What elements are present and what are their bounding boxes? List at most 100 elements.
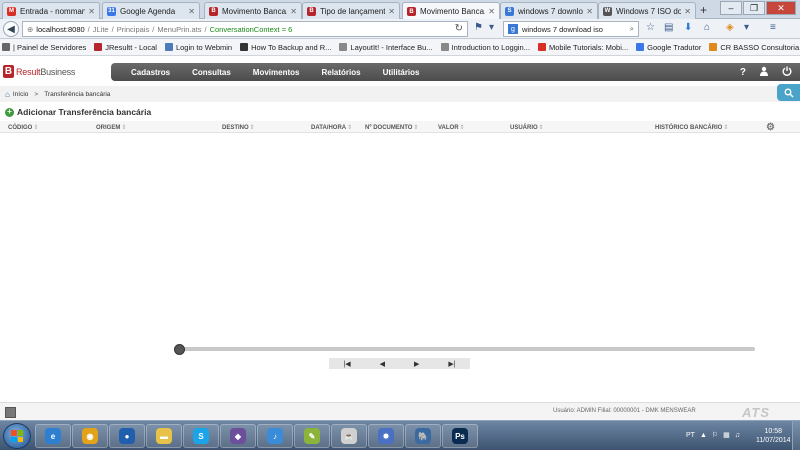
taskbar-app[interactable]: S bbox=[183, 424, 219, 448]
bookmark-item[interactable]: JResultt - Local bbox=[94, 43, 157, 52]
close-window-icon[interactable]: ✕ bbox=[766, 1, 796, 15]
browser-tab[interactable]: W Windows 7 ISO do...✕ bbox=[598, 2, 696, 19]
scroll-slider-track[interactable] bbox=[178, 347, 755, 351]
logo-icon: B bbox=[3, 65, 14, 78]
menu-utilitarios[interactable]: Utilitários bbox=[383, 68, 420, 77]
minimize-icon[interactable]: – bbox=[720, 1, 742, 15]
browser-tab[interactable]: B Tipo de lançament... ✕ bbox=[302, 2, 400, 19]
gear-icon[interactable]: ⚙ bbox=[766, 122, 775, 133]
taskbar-app[interactable]: ● bbox=[109, 424, 145, 448]
bookmarks-menu-icon[interactable]: ▤ bbox=[664, 22, 673, 33]
addon-icon[interactable]: ⚑ bbox=[474, 22, 483, 33]
column-header-historico[interactable]: HISTÓRICO BANCÁRIO⇕ bbox=[655, 124, 728, 131]
network-icon[interactable]: ▦ bbox=[723, 431, 730, 439]
taskbar-app[interactable]: ▬ bbox=[146, 424, 182, 448]
extension-dropdown-icon[interactable]: ▾ bbox=[744, 22, 749, 33]
url-bar[interactable]: ⊕ localhost:8080 / JLite / Principais / … bbox=[22, 21, 468, 37]
window-controls: – ❐ ✕ bbox=[720, 1, 796, 15]
search-engine-dropdown-icon[interactable]: ▾ bbox=[489, 22, 494, 33]
breadcrumb-home[interactable]: Início bbox=[13, 91, 29, 98]
extension-icon[interactable]: ◈ bbox=[726, 22, 734, 33]
bookmark-item[interactable]: CR BASSO Consultoria... bbox=[709, 43, 800, 52]
column-header-destino[interactable]: DESTINO⇕ bbox=[222, 124, 255, 131]
folder-icon: ▬ bbox=[156, 428, 172, 444]
bookmark-item[interactable]: Introduction to Loggin... bbox=[440, 43, 530, 52]
previous-page-icon[interactable]: ◀ bbox=[380, 360, 385, 368]
taskbar-app[interactable]: ♪ bbox=[257, 424, 293, 448]
panel-toggle-icon[interactable] bbox=[5, 407, 16, 418]
help-icon[interactable]: ? bbox=[740, 67, 746, 78]
tab-close-icon[interactable]: ✕ bbox=[188, 7, 195, 16]
volume-icon[interactable]: ♫ bbox=[735, 432, 740, 439]
download-icon[interactable]: ⬇ bbox=[684, 22, 692, 33]
column-header-codigo[interactable]: CÓDIGO⇕ bbox=[8, 124, 38, 131]
power-icon[interactable] bbox=[782, 66, 792, 79]
tab-close-icon[interactable]: ✕ bbox=[684, 7, 691, 16]
bookmark-item[interactable]: Login to Webmin bbox=[164, 43, 232, 52]
language-indicator[interactable]: PT bbox=[686, 432, 695, 439]
menu-relatorios[interactable]: Relatórios bbox=[321, 68, 360, 77]
scroll-slider-handle[interactable] bbox=[174, 344, 185, 355]
column-header-origem[interactable]: ORIGEM⇕ bbox=[96, 124, 126, 131]
next-page-icon[interactable]: ▶ bbox=[414, 360, 419, 368]
new-tab-button[interactable]: + bbox=[700, 3, 707, 17]
menu-icon[interactable]: ≡ bbox=[770, 22, 776, 33]
browser-tab[interactable]: Swindows 7 downlo... ✕ bbox=[500, 2, 598, 19]
bookmark-star-icon[interactable]: ☆ bbox=[646, 22, 655, 33]
tab-close-icon[interactable]: ✕ bbox=[488, 7, 495, 16]
user-info: Usuário: ADMIN Filial: 00000001 - DMK ME… bbox=[553, 408, 696, 414]
clock[interactable]: 10:58 11/07/2014 bbox=[756, 427, 791, 445]
bookmark-item[interactable]: Mobile Tutorials: Mobi... bbox=[537, 43, 628, 52]
taskbar-app[interactable]: Ps bbox=[442, 424, 478, 448]
menu-consultas[interactable]: Consultas bbox=[192, 68, 231, 77]
browser-tab[interactable]: 31 Google Agenda ✕ bbox=[102, 2, 200, 19]
column-header-valor[interactable]: VALOR⇕ bbox=[438, 124, 465, 131]
search-button[interactable] bbox=[777, 84, 800, 101]
taskbar-app[interactable]: 🐘 bbox=[405, 424, 441, 448]
clock-time: 10:58 bbox=[764, 428, 783, 435]
taskbar-app[interactable]: ◉ bbox=[72, 424, 108, 448]
start-button[interactable] bbox=[3, 423, 31, 449]
app-logo[interactable]: B ResultBusiness bbox=[3, 65, 75, 78]
add-icon: + bbox=[5, 107, 14, 117]
home-icon[interactable]: ⌂ bbox=[5, 90, 10, 99]
home-icon[interactable]: ⌂ bbox=[704, 22, 710, 33]
user-icon[interactable] bbox=[759, 66, 769, 79]
magnifier-icon[interactable]: ⌕ bbox=[630, 24, 634, 34]
browser-tab[interactable]: M Entrada - nomman...✕ bbox=[2, 2, 100, 19]
taskbar-app[interactable]: e bbox=[35, 424, 71, 448]
bookmark-item[interactable]: LayoutIt! - Interface Bu... bbox=[339, 43, 433, 52]
tab-close-icon[interactable]: ✕ bbox=[290, 7, 297, 16]
logo-text: ResultBusiness bbox=[16, 67, 75, 77]
bookmark-item[interactable]: How To Backup and R... bbox=[240, 43, 331, 52]
tab-close-icon[interactable]: ✕ bbox=[586, 7, 593, 16]
search-input[interactable]: g windows 7 download iso ⌕ bbox=[503, 21, 639, 37]
column-header-usuario[interactable]: USUÁRIO⇕ bbox=[510, 124, 544, 131]
last-page-icon[interactable]: ▶| bbox=[448, 360, 455, 368]
url-separator: / bbox=[152, 24, 155, 34]
column-header-data-hora[interactable]: DATA/HORA⇕ bbox=[311, 124, 352, 131]
show-desktop-button[interactable] bbox=[792, 421, 800, 450]
taskbar-app[interactable]: ◆ bbox=[220, 424, 256, 448]
bookmark-item[interactable]: Google Tradutor bbox=[636, 43, 701, 52]
tab-close-icon[interactable]: ✕ bbox=[88, 7, 95, 16]
action-center-icon[interactable]: ⚐ bbox=[712, 431, 718, 439]
browser-tab[interactable]: B Movimento Banca... ✕ bbox=[204, 2, 302, 19]
column-header-documento[interactable]: Nº DOCUMENTO⇕ bbox=[365, 124, 418, 131]
add-record-button[interactable]: + Adicionar Transferência bancária bbox=[5, 107, 151, 117]
first-page-icon[interactable]: |◀ bbox=[343, 360, 350, 368]
back-icon[interactable]: ◀ bbox=[3, 21, 19, 37]
postgres-icon: 🐘 bbox=[415, 428, 431, 444]
tray-expand-icon[interactable]: ▲ bbox=[700, 432, 707, 439]
tab-close-icon[interactable]: ✕ bbox=[388, 7, 395, 16]
bookmark-item[interactable]: | Painel de Servidores bbox=[2, 43, 86, 52]
reload-icon[interactable]: ↻ bbox=[455, 23, 463, 34]
maximize-icon[interactable]: ❐ bbox=[743, 1, 765, 15]
taskbar-app[interactable]: ✸ bbox=[368, 424, 404, 448]
menu-cadastros[interactable]: Cadastros bbox=[131, 68, 170, 77]
result-icon: B bbox=[307, 6, 316, 16]
taskbar-app[interactable]: ✎ bbox=[294, 424, 330, 448]
menu-movimentos[interactable]: Movimentos bbox=[253, 68, 300, 77]
browser-tab[interactable]: B Movimento Banca... ✕ bbox=[402, 2, 500, 20]
taskbar-app[interactable]: ☕ bbox=[331, 424, 367, 448]
